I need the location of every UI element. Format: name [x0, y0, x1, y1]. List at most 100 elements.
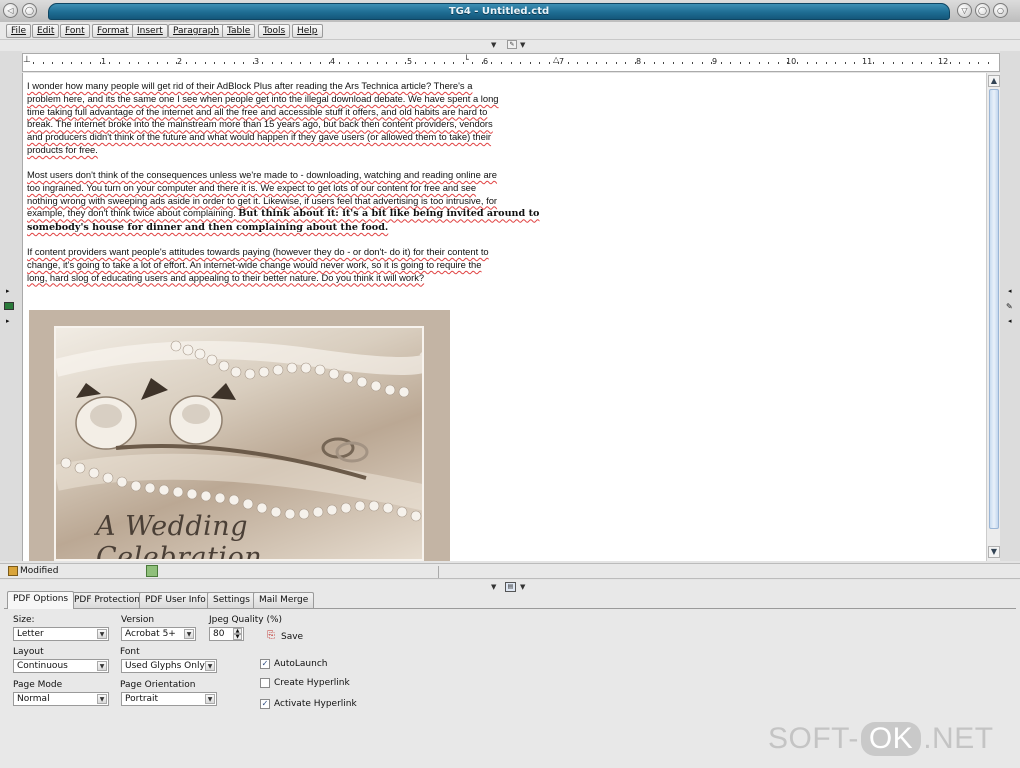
ruler-tick — [243, 62, 245, 64]
font-select[interactable]: Used Glyphs Only ▼ — [121, 659, 217, 673]
ruler-tick — [586, 62, 588, 64]
title-bar: ◁ ◯ TG4 - Untitled.ctd ▽ ◯ ○ — [0, 0, 1020, 22]
pencil-tool-icon[interactable]: ✎ — [1006, 302, 1013, 311]
page-mode-value: Normal — [17, 694, 50, 704]
tab-settings[interactable]: Settings — [207, 592, 256, 608]
ruler[interactable]: ⊥ 1 2 3 4 5 6 7 8 9 10 11 12 └ △ — [22, 53, 1000, 72]
ruler-tick — [424, 62, 426, 64]
ruler-tick — [386, 62, 388, 64]
chevron-down-icon[interactable]: ▼ — [97, 629, 107, 639]
wedding-image[interactable]: A Wedding Celebration — [29, 310, 450, 561]
size-select[interactable]: Letter ▼ — [13, 627, 109, 641]
right-arrow-icon-2[interactable]: ◂ — [1008, 317, 1012, 325]
ruler-tick — [739, 62, 741, 64]
ruler-tick — [118, 62, 120, 64]
ruler-tick — [701, 62, 703, 64]
tab-stop-marker[interactable]: └ — [464, 55, 469, 64]
text-line: products for free. — [27, 143, 98, 155]
menu-edit[interactable]: Edit — [32, 24, 60, 38]
ruler-tick — [854, 62, 856, 64]
document-area[interactable]: I wonder how many people will get rid of… — [22, 73, 986, 561]
chevron-down-icon[interactable]: ▼ — [97, 661, 107, 671]
wedding-photo: A Wedding Celebration — [54, 326, 424, 561]
ruler-tick — [90, 62, 92, 64]
ruler-tick — [873, 62, 875, 64]
ruler-tick — [835, 62, 837, 64]
ruler-tick — [978, 62, 980, 64]
tab-mail-merge[interactable]: Mail Merge — [253, 592, 315, 608]
spin-down-icon[interactable]: ▼ — [233, 634, 242, 640]
text-line: break. The internet broke into the mains… — [27, 118, 493, 130]
ruler-tick — [71, 62, 73, 64]
tab-pdf-options[interactable]: PDF Options — [7, 591, 75, 609]
ruler-tick — [443, 62, 445, 64]
ruler-tick — [892, 62, 894, 64]
chevron-down-icon[interactable]: ▼ — [184, 629, 194, 639]
tab-pdf-protection[interactable]: PDF Protection — [68, 592, 146, 608]
spellcheck-icon[interactable] — [146, 565, 158, 577]
left-indent-marker[interactable]: ⊥ — [23, 55, 31, 65]
menu-paragraph[interactable]: Paragraph — [168, 24, 225, 38]
ruler-tick — [376, 62, 378, 64]
panel-collapse-icon[interactable]: ▼ — [491, 583, 496, 591]
pen-icon[interactable]: ✎ — [507, 40, 517, 49]
ruler-tick — [500, 62, 502, 64]
left-arrow-icon[interactable]: ▸ — [6, 287, 10, 295]
layout-select[interactable]: Continuous ▼ — [13, 659, 109, 673]
watermark: SOFT- OK .NET — [768, 722, 994, 756]
right-arrow-icon[interactable]: ◂ — [1008, 287, 1012, 295]
create-hyperlink-checkbox[interactable] — [260, 678, 270, 688]
menu-insert[interactable]: Insert — [132, 24, 168, 38]
maximize-icon[interactable]: ◯ — [975, 3, 990, 18]
menu-tools[interactable]: Tools — [258, 24, 291, 38]
menu-table[interactable]: Table — [222, 24, 256, 38]
window-menu-icon[interactable]: ◁ — [3, 3, 18, 18]
ruler-number: 5 — [407, 57, 413, 66]
side-panel-icon[interactable] — [4, 302, 14, 310]
scroll-up-icon[interactable]: ▲ — [988, 75, 1000, 87]
vertical-scrollbar[interactable]: ▲ ▼ — [986, 73, 1000, 561]
ruler-tick — [319, 62, 321, 64]
ruler-tick — [730, 62, 732, 64]
text-line: and producers didn't think of the future… — [27, 131, 492, 143]
ruler-tick — [949, 62, 951, 64]
ruler-tick — [166, 62, 168, 64]
tab-pdf-user-info[interactable]: PDF User Info — [139, 592, 212, 608]
chevron-down-icon[interactable]: ▼ — [97, 694, 107, 704]
panel-mode-icon[interactable]: ▤ — [505, 582, 516, 592]
menu-file[interactable]: File — [6, 24, 32, 38]
scroll-thumb[interactable] — [989, 89, 999, 529]
ruler-tick — [968, 62, 970, 64]
ruler-tick — [224, 62, 225, 64]
text-line: example, they don't think twice about co… — [27, 207, 239, 219]
version-select[interactable]: Acrobat 5+ ▼ — [121, 627, 196, 641]
ruler-tick — [644, 62, 646, 64]
ruler-tick — [567, 62, 569, 64]
close-icon[interactable]: ○ — [993, 3, 1008, 18]
panel-dropdown-icon[interactable]: ▼ — [520, 583, 525, 591]
ruler-tick — [768, 62, 770, 64]
toolbar-dropdown-icon[interactable]: ▼ — [520, 41, 525, 49]
menu-font[interactable]: Font — [60, 24, 90, 38]
ruler-tick — [157, 62, 159, 64]
chevron-down-icon[interactable]: ▼ — [205, 694, 215, 704]
pdf-save-icon: ⎘ — [267, 630, 275, 641]
menu-help[interactable]: Help — [292, 24, 323, 38]
chevron-down-icon[interactable]: ▼ — [205, 661, 215, 671]
activate-hyperlink-checkbox[interactable]: ✓ — [260, 699, 270, 709]
ruler-tick — [539, 62, 541, 64]
ruler-number: 1 — [101, 57, 107, 66]
autolaunch-checkbox[interactable]: ✓ — [260, 659, 270, 669]
version-label: Version — [121, 615, 155, 625]
shade-icon[interactable]: ◯ — [22, 3, 37, 18]
ruler-tick — [99, 62, 101, 64]
page-mode-select[interactable]: Normal ▼ — [13, 692, 109, 706]
jpeg-quality-spinner[interactable]: 80 ▲ ▼ — [209, 627, 244, 641]
left-arrow-icon-2[interactable]: ▸ — [6, 317, 10, 325]
toolbar-collapse-icon[interactable]: ▼ — [491, 41, 496, 49]
menu-format[interactable]: Format — [92, 24, 134, 38]
ruler-tick — [911, 62, 913, 64]
scroll-down-icon[interactable]: ▼ — [988, 546, 1000, 558]
page-orientation-select[interactable]: Portrait ▼ — [121, 692, 217, 706]
minimize-icon[interactable]: ▽ — [957, 3, 972, 18]
